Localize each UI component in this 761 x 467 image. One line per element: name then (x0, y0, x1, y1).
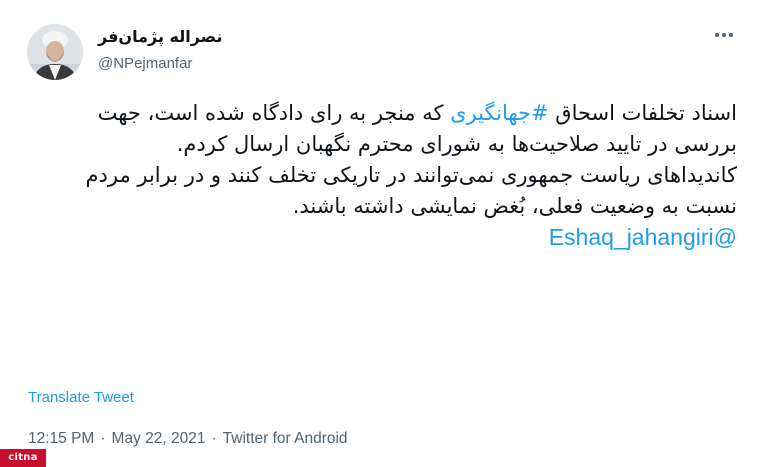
meta-separator: · (100, 430, 106, 447)
mention-paragraph: @Eshaq_jahangiri (37, 222, 737, 253)
meta-separator: · (211, 430, 217, 447)
more-horizontal-icon[interactable] (715, 30, 739, 40)
avatar[interactable] (27, 24, 83, 80)
dot (722, 33, 726, 37)
tweet-source[interactable]: Twitter for Android (223, 430, 348, 447)
tweet-time[interactable]: 12:15 PM (28, 430, 94, 447)
tweet-text-part1: اسناد تخلفات اسحاق (548, 101, 737, 125)
tweet-metadata: 12:15 PM · May 22, 2021 · Twitter for Androi… (28, 430, 348, 448)
tweet-date[interactable]: May 22, 2021 (112, 430, 206, 447)
mention-link[interactable]: @Eshaq_jahangiri (549, 224, 737, 250)
tweet-card: نصراله پژمان‌فر @NPejmanfar اسناد تخلفات… (0, 0, 761, 467)
author-handle[interactable]: @NPejmanfar (98, 55, 222, 72)
hashtag-link[interactable]: #جهانگیری (450, 101, 548, 125)
citna-logo: citna (0, 449, 46, 467)
tweet-paragraph-1: اسناد تخلفات اسحاق #جهانگیری که منجر به … (37, 98, 737, 160)
dot (715, 33, 719, 37)
tweet-paragraph-2: کاندیداهای ریاست جمهوری نمی‌توانند در تا… (85, 163, 737, 218)
tweet-text: اسناد تخلفات اسحاق #جهانگیری که منجر به … (37, 98, 737, 253)
display-name[interactable]: نصراله پژمان‌فر (98, 27, 222, 46)
translate-tweet-link[interactable]: Translate Tweet (28, 389, 134, 406)
dot (729, 33, 733, 37)
author-block[interactable]: نصراله پژمان‌فر @NPejmanfar (98, 27, 222, 72)
